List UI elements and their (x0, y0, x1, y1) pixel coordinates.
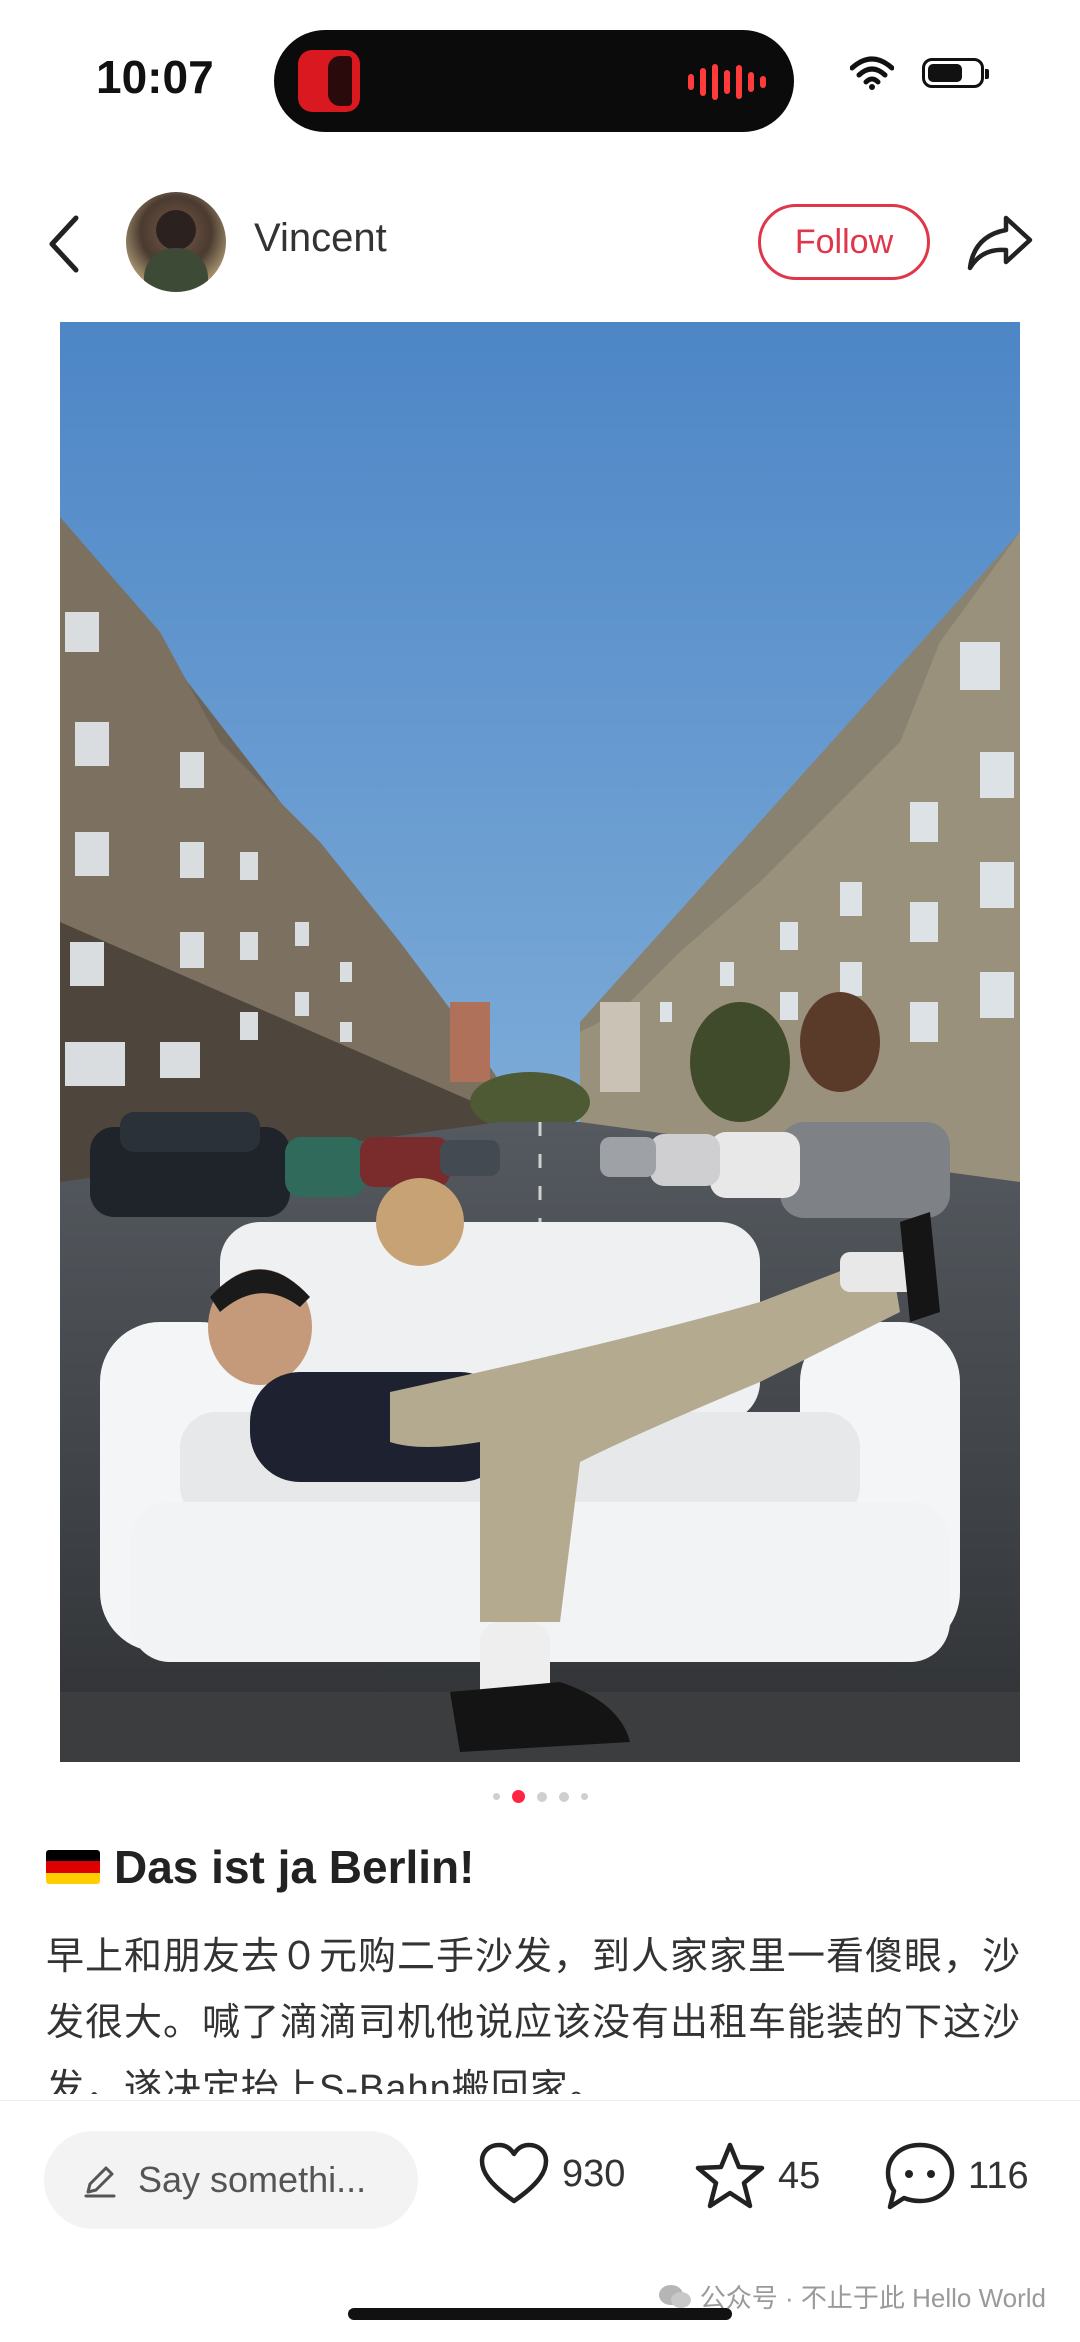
status-time: 10:07 (96, 51, 214, 103)
post-title-text: Das ist ja Berlin! (114, 1841, 475, 1893)
heart-icon (479, 2142, 549, 2204)
watermark-text: 公众号 · 不止于此 Hello World (699, 2283, 1046, 2313)
comment-button[interactable]: 116 (884, 2141, 1029, 2211)
share-arrow-icon (967, 215, 1033, 271)
carousel-dot (580, 1793, 588, 1800)
share-button[interactable] (966, 210, 1034, 274)
comment-count: 116 (968, 2154, 1029, 2197)
carousel-dot (492, 1793, 500, 1800)
post-body[interactable]: 早上和朋友去０元购二手沙发，到人家家里一看傻眼，沙发很大。喊了滴滴司机他说应该没… (46, 1924, 1036, 2094)
chat-bubble-icon (885, 2142, 955, 2210)
avatar[interactable] (126, 192, 226, 292)
comment-box[interactable] (44, 2131, 418, 2229)
carousel-dot (558, 1791, 569, 1802)
star-icon (695, 2142, 765, 2209)
comment-input[interactable] (136, 2158, 400, 2202)
battery-icon (922, 58, 989, 88)
like-count: 930 (562, 2152, 626, 2195)
home-indicator[interactable] (348, 2308, 732, 2320)
carousel-dot (536, 1791, 547, 1802)
author-name[interactable]: Vincent (254, 216, 387, 261)
post-header: Vincent Follow (0, 180, 1080, 300)
status-icons (850, 56, 989, 90)
wifi-icon (850, 56, 894, 90)
german-flag-icon (46, 1850, 100, 1884)
collect-button[interactable]: 45 (694, 2141, 820, 2211)
wechat-icon (658, 2284, 691, 2308)
dynamic-island[interactable] (274, 30, 794, 132)
post-image[interactable] (60, 322, 1020, 1762)
pencil-icon (84, 2166, 116, 2198)
now-playing-app-icon (298, 50, 360, 112)
follow-button[interactable]: Follow (758, 204, 930, 280)
star-count: 45 (778, 2154, 821, 2197)
audio-waveform-icon (688, 62, 766, 102)
chevron-left-icon (49, 215, 79, 273)
status-bar: 10:07 (0, 0, 1080, 160)
carousel-indicator (0, 1790, 1080, 1803)
post-title: Das ist ja Berlin! (46, 1840, 474, 1894)
back-button[interactable] (40, 212, 90, 276)
carousel-dot-active (511, 1790, 525, 1803)
like-button[interactable]: 930 (478, 2141, 625, 2207)
